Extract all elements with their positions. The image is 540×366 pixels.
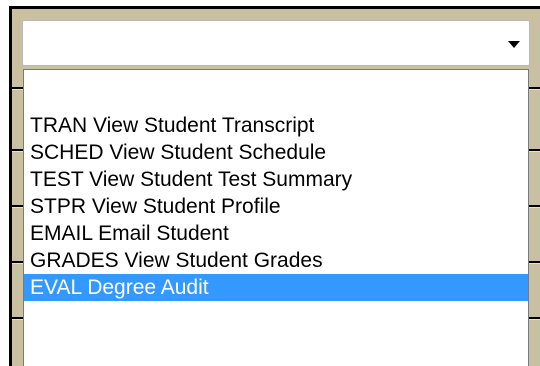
option-grades[interactable]: GRADES View Student Grades <box>24 247 528 274</box>
option-test[interactable]: TEST View Student Test Summary <box>24 166 528 193</box>
option-tran[interactable]: TRAN View Student Transcript <box>24 112 528 139</box>
option-email[interactable]: EMAIL Email Student <box>24 220 528 247</box>
chevron-down-icon[interactable] <box>508 41 520 48</box>
option-eval[interactable]: EVAL Degree Audit <box>24 274 528 301</box>
action-select[interactable] <box>22 20 530 66</box>
option-stpr[interactable]: STPR View Student Profile <box>24 193 528 220</box>
dropdown-list[interactable]: TRAN View Student Transcript SCHED View … <box>23 69 529 366</box>
option-sched[interactable]: SCHED View Student Schedule <box>24 139 528 166</box>
